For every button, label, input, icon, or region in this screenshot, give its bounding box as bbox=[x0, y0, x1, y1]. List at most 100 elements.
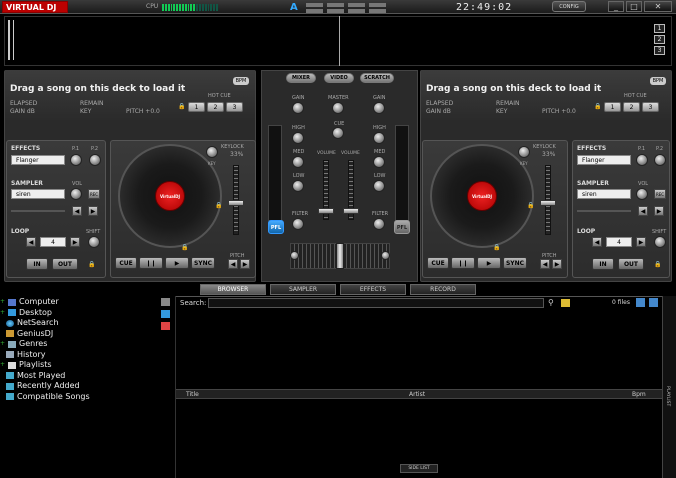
tree-item-recently-added[interactable]: Recently Added bbox=[0, 381, 175, 392]
tree-item-playlists[interactable]: + Playlists bbox=[0, 360, 175, 371]
deck-right-key-knob[interactable] bbox=[518, 146, 530, 158]
deck-left-sampler-slider[interactable] bbox=[11, 210, 65, 212]
deck-right-platter-lock-icon[interactable]: 🔒 bbox=[493, 244, 500, 252]
deck-left-pause-button[interactable]: ❙❙ bbox=[139, 257, 163, 269]
mixer-high-right-knob[interactable] bbox=[373, 132, 385, 144]
deck-right-pause-button[interactable]: ❙❙ bbox=[451, 257, 475, 269]
deck-left-pitch-slider[interactable] bbox=[228, 200, 244, 206]
deck-left-p1-knob[interactable] bbox=[70, 154, 82, 166]
search-input[interactable] bbox=[208, 298, 544, 308]
tab-mixer[interactable]: MIXER bbox=[286, 73, 316, 83]
deck-right-hotcue-3[interactable]: 3 bbox=[642, 102, 659, 112]
restore-button[interactable]: □ bbox=[626, 1, 642, 12]
folder-remove-icon[interactable] bbox=[161, 322, 170, 330]
layout-switch-grid[interactable] bbox=[306, 3, 386, 13]
tree-item-genres[interactable]: + Genres bbox=[0, 339, 175, 350]
tab-record[interactable]: RECORD bbox=[410, 284, 476, 295]
column-title[interactable]: Title bbox=[186, 390, 199, 400]
deck-right-sampler-select[interactable]: siren bbox=[577, 189, 631, 199]
deck-left-sampler-select[interactable]: siren bbox=[11, 189, 65, 199]
folder-icon[interactable] bbox=[561, 299, 570, 307]
deck-right-loop-out[interactable]: OUT bbox=[618, 258, 644, 270]
deck-right-pitch-lock-icon[interactable]: 🔒 bbox=[527, 202, 534, 210]
deck-right-loop-double[interactable]: ▶ bbox=[636, 237, 646, 247]
deck-left-pitch-down[interactable]: ◀ bbox=[228, 259, 238, 269]
deck-left-hotcue-3[interactable]: 3 bbox=[226, 102, 243, 112]
mixer-gain-right-knob[interactable] bbox=[373, 102, 385, 114]
deck-right-sampler-next[interactable]: ▶ bbox=[654, 206, 664, 216]
page-1-button[interactable]: 1 bbox=[654, 24, 665, 33]
deck-left-platter-lock-icon[interactable]: 🔒 bbox=[181, 244, 188, 252]
deck-right-hotcue-1[interactable]: 1 bbox=[604, 102, 621, 112]
deck-left-sampler-next[interactable]: ▶ bbox=[88, 206, 98, 216]
deck-right-cue-button[interactable]: CUE bbox=[427, 257, 449, 269]
deck-right-sampler-slider[interactable] bbox=[577, 210, 631, 212]
minimize-button[interactable]: _ bbox=[608, 1, 624, 12]
mixer-volume-left-fader[interactable] bbox=[318, 208, 334, 214]
mixer-cue-knob[interactable] bbox=[332, 127, 344, 139]
tree-item-desktop[interactable]: + Desktop bbox=[0, 308, 175, 319]
crossfader-right-knob[interactable] bbox=[381, 251, 390, 260]
mixer-filter-right-knob[interactable] bbox=[373, 218, 385, 230]
deck-right-rec-button[interactable]: REC bbox=[654, 189, 666, 199]
tab-sampler[interactable]: SAMPLER bbox=[270, 284, 336, 295]
deck-left-loop-double[interactable]: ▶ bbox=[70, 237, 80, 247]
config-button[interactable]: CONFIG bbox=[552, 1, 586, 12]
waveform-display[interactable] bbox=[4, 16, 672, 66]
mixer-med-left-knob[interactable] bbox=[292, 156, 304, 168]
deck-left-pitch-up[interactable]: ▶ bbox=[240, 259, 250, 269]
mixer-low-right-knob[interactable] bbox=[373, 180, 385, 192]
close-button[interactable]: ✕ bbox=[644, 1, 672, 12]
deck-right-hotcue-2[interactable]: 2 bbox=[623, 102, 640, 112]
deck-left-loop-in[interactable]: IN bbox=[26, 258, 48, 270]
file-list[interactable] bbox=[176, 400, 662, 462]
deck-left-hotcue-2[interactable]: 2 bbox=[207, 102, 224, 112]
mixer-volume-right-fader[interactable] bbox=[343, 208, 359, 214]
tree-item-history[interactable]: History bbox=[0, 350, 175, 361]
mixer-high-left-knob[interactable] bbox=[292, 132, 304, 144]
mixer-pfl-right-button[interactable]: PFL bbox=[394, 220, 410, 234]
deck-right-sampler-prev[interactable]: ◀ bbox=[638, 206, 648, 216]
view-mode-icon[interactable] bbox=[636, 298, 645, 307]
tab-browser[interactable]: BROWSER bbox=[200, 284, 266, 295]
deck-right-sync-button[interactable]: SYNC bbox=[503, 257, 527, 269]
deck-left-p2-knob[interactable] bbox=[89, 154, 101, 166]
deck-right-vol-knob[interactable] bbox=[636, 188, 648, 200]
crossfader-left-knob[interactable] bbox=[290, 251, 299, 260]
deck-left-cue-button[interactable]: CUE bbox=[115, 257, 137, 269]
deck-right-play-button[interactable]: ▶ bbox=[477, 257, 501, 269]
side-list-toggle[interactable]: SIDE LIST bbox=[400, 464, 438, 473]
tab-effects[interactable]: EFFECTS bbox=[340, 284, 406, 295]
playlist-side-tab[interactable]: PLAYLIST bbox=[662, 296, 676, 478]
search-options-icon[interactable]: ⚲ bbox=[548, 298, 557, 307]
deck-left-vol-knob[interactable] bbox=[70, 188, 82, 200]
folder-add-icon[interactable] bbox=[161, 298, 170, 306]
deck-left-play-button[interactable]: ▶ bbox=[165, 257, 189, 269]
deck-right-pitch-up[interactable]: ▶ bbox=[552, 259, 562, 269]
deck-right-loop-in[interactable]: IN bbox=[592, 258, 614, 270]
deck-left-loop-out[interactable]: OUT bbox=[52, 258, 78, 270]
auto-mix-icon[interactable]: A bbox=[290, 2, 298, 13]
deck-right-loop-lock-icon[interactable]: 🔒 bbox=[654, 261, 661, 269]
folder-favorite-icon[interactable] bbox=[161, 310, 170, 318]
deck-left-pitch-lock-icon[interactable]: 🔒 bbox=[215, 202, 222, 210]
deck-left-effect-select[interactable]: Flanger bbox=[11, 155, 65, 165]
tree-item-computer[interactable]: + Computer bbox=[0, 297, 175, 308]
deck-left-rec-button[interactable]: REC bbox=[88, 189, 100, 199]
mixer-med-right-knob[interactable] bbox=[373, 156, 385, 168]
tree-item-geniusdj[interactable]: GeniusDJ bbox=[0, 329, 175, 340]
deck-left-sampler-prev[interactable]: ◀ bbox=[72, 206, 82, 216]
deck-right-p2-knob[interactable] bbox=[654, 154, 666, 166]
column-artist[interactable]: Artist bbox=[409, 390, 425, 400]
tab-video[interactable]: VIDEO bbox=[324, 73, 354, 83]
deck-right-loop-length[interactable]: 4 bbox=[606, 237, 632, 247]
deck-left-hotcue-1[interactable]: 1 bbox=[188, 102, 205, 112]
tab-scratch[interactable]: SCRATCH bbox=[360, 73, 394, 83]
column-bpm[interactable]: Bpm bbox=[632, 390, 646, 400]
deck-right-pitch-slider[interactable] bbox=[540, 200, 556, 206]
tree-item-compatible-songs[interactable]: Compatible Songs bbox=[0, 392, 175, 403]
deck-left-sync-button[interactable]: SYNC bbox=[191, 257, 215, 269]
mixer-pfl-left-button[interactable]: PFL bbox=[268, 220, 284, 234]
tree-item-most-played[interactable]: Most Played bbox=[0, 371, 175, 382]
deck-right-loop-halve[interactable]: ◀ bbox=[592, 237, 602, 247]
